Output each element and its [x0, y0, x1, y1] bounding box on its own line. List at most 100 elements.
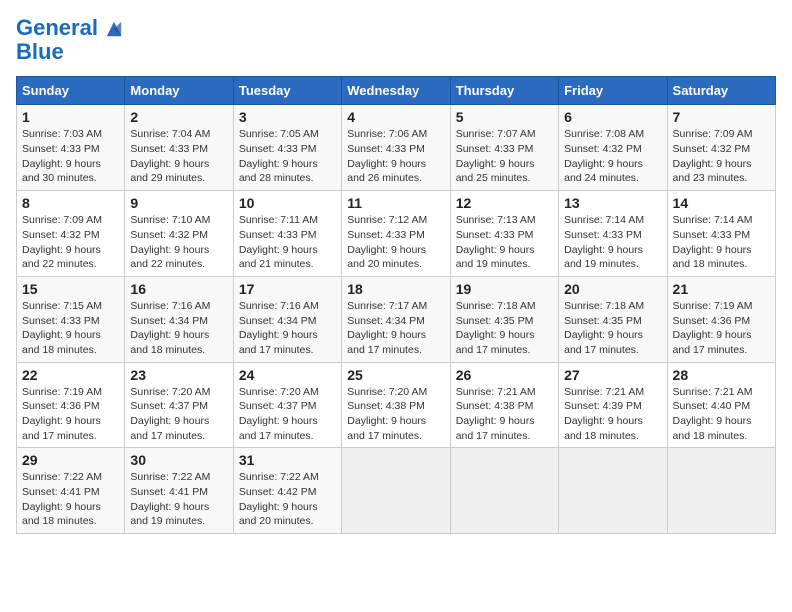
calendar-cell: 5 Sunrise: 7:07 AM Sunset: 4:33 PM Daylig… [450, 105, 558, 191]
calendar-cell: 3 Sunrise: 7:05 AM Sunset: 4:33 PM Daylig… [233, 105, 341, 191]
calendar-week-row: 22 Sunrise: 7:19 AM Sunset: 4:36 PM Dayli… [17, 362, 776, 448]
day-info: Sunrise: 7:18 AM Sunset: 4:35 PM Dayligh… [456, 299, 553, 358]
calendar-cell: 27 Sunrise: 7:21 AM Sunset: 4:39 PM Dayli… [559, 362, 667, 448]
day-number: 2 [130, 109, 227, 125]
day-number: 20 [564, 281, 661, 297]
day-info: Sunrise: 7:06 AM Sunset: 4:33 PM Dayligh… [347, 127, 444, 186]
day-number: 16 [130, 281, 227, 297]
calendar-week-row: 8Sunrise: 7:09 AM Sunset: 4:32 PM Daylig… [17, 191, 776, 277]
day-number: 10 [239, 195, 336, 211]
day-number: 8 [22, 195, 119, 211]
logo: General Blue [16, 16, 123, 64]
day-number: 23 [130, 367, 227, 383]
day-info: Sunrise: 7:21 AM Sunset: 4:38 PM Dayligh… [456, 385, 553, 444]
calendar-cell: 24 Sunrise: 7:20 AM Sunset: 4:37 PM Dayli… [233, 362, 341, 448]
day-number: 26 [456, 367, 553, 383]
calendar-cell: 8Sunrise: 7:09 AM Sunset: 4:32 PM Daylig… [17, 191, 125, 277]
day-info: Sunrise: 7:14 AM Sunset: 4:33 PM Dayligh… [673, 213, 770, 272]
logo-icon [105, 20, 123, 38]
day-number: 1 [22, 109, 119, 125]
calendar-cell [342, 448, 450, 534]
calendar-cell: 11 Sunrise: 7:12 AM Sunset: 4:33 PM Dayli… [342, 191, 450, 277]
calendar-cell: 18 Sunrise: 7:17 AM Sunset: 4:34 PM Dayli… [342, 276, 450, 362]
day-number: 11 [347, 195, 444, 211]
calendar-cell: 21 Sunrise: 7:19 AM Sunset: 4:36 PM Dayli… [667, 276, 775, 362]
logo-text: General [16, 16, 123, 40]
day-info: Sunrise: 7:14 AM Sunset: 4:33 PM Dayligh… [564, 213, 661, 272]
day-number: 25 [347, 367, 444, 383]
day-info: Sunrise: 7:17 AM Sunset: 4:34 PM Dayligh… [347, 299, 444, 358]
day-info: Sunrise: 7:20 AM Sunset: 4:37 PM Dayligh… [239, 385, 336, 444]
calendar-cell: 6 Sunrise: 7:08 AM Sunset: 4:32 PM Daylig… [559, 105, 667, 191]
calendar-week-row: 15Sunrise: 7:15 AM Sunset: 4:33 PM Dayli… [17, 276, 776, 362]
logo-text-blue: Blue [16, 40, 123, 64]
day-info: Sunrise: 7:10 AM Sunset: 4:32 PM Dayligh… [130, 213, 227, 272]
calendar-cell: 20 Sunrise: 7:18 AM Sunset: 4:35 PM Dayli… [559, 276, 667, 362]
day-info: Sunrise: 7:12 AM Sunset: 4:33 PM Dayligh… [347, 213, 444, 272]
day-info: Sunrise: 7:03 AM Sunset: 4:33 PM Dayligh… [22, 127, 119, 186]
calendar-cell: 26 Sunrise: 7:21 AM Sunset: 4:38 PM Dayli… [450, 362, 558, 448]
day-number: 14 [673, 195, 770, 211]
day-info: Sunrise: 7:22 AM Sunset: 4:42 PM Dayligh… [239, 470, 336, 529]
calendar-cell: 31Sunrise: 7:22 AM Sunset: 4:42 PM Dayli… [233, 448, 341, 534]
day-info: Sunrise: 7:21 AM Sunset: 4:39 PM Dayligh… [564, 385, 661, 444]
day-number: 21 [673, 281, 770, 297]
calendar-cell: 13 Sunrise: 7:14 AM Sunset: 4:33 PM Dayli… [559, 191, 667, 277]
calendar-body: 1 Sunrise: 7:03 AM Sunset: 4:33 PM Daylig… [17, 105, 776, 534]
calendar-cell: 23 Sunrise: 7:20 AM Sunset: 4:37 PM Dayli… [125, 362, 233, 448]
day-info: Sunrise: 7:07 AM Sunset: 4:33 PM Dayligh… [456, 127, 553, 186]
day-info: Sunrise: 7:09 AM Sunset: 4:32 PM Dayligh… [673, 127, 770, 186]
day-number: 27 [564, 367, 661, 383]
day-info: Sunrise: 7:05 AM Sunset: 4:33 PM Dayligh… [239, 127, 336, 186]
day-info: Sunrise: 7:22 AM Sunset: 4:41 PM Dayligh… [130, 470, 227, 529]
day-info: Sunrise: 7:15 AM Sunset: 4:33 PM Dayligh… [22, 299, 119, 358]
calendar-cell: 14 Sunrise: 7:14 AM Sunset: 4:33 PM Dayli… [667, 191, 775, 277]
day-info: Sunrise: 7:19 AM Sunset: 4:36 PM Dayligh… [22, 385, 119, 444]
day-number: 13 [564, 195, 661, 211]
calendar-table: SundayMondayTuesdayWednesdayThursdayFrid… [16, 76, 776, 534]
calendar-cell: 12Sunrise: 7:13 AM Sunset: 4:33 PM Dayli… [450, 191, 558, 277]
day-of-week-header: Monday [125, 77, 233, 105]
day-of-week-header: Thursday [450, 77, 558, 105]
day-info: Sunrise: 7:19 AM Sunset: 4:36 PM Dayligh… [673, 299, 770, 358]
calendar-cell: 2Sunrise: 7:04 AM Sunset: 4:33 PM Daylig… [125, 105, 233, 191]
day-number: 4 [347, 109, 444, 125]
day-number: 29 [22, 452, 119, 468]
calendar-cell: 4 Sunrise: 7:06 AM Sunset: 4:33 PM Daylig… [342, 105, 450, 191]
day-info: Sunrise: 7:20 AM Sunset: 4:38 PM Dayligh… [347, 385, 444, 444]
calendar-cell: 10 Sunrise: 7:11 AM Sunset: 4:33 PM Dayli… [233, 191, 341, 277]
day-info: Sunrise: 7:21 AM Sunset: 4:40 PM Dayligh… [673, 385, 770, 444]
day-info: Sunrise: 7:16 AM Sunset: 4:34 PM Dayligh… [239, 299, 336, 358]
day-info: Sunrise: 7:22 AM Sunset: 4:41 PM Dayligh… [22, 470, 119, 529]
day-number: 7 [673, 109, 770, 125]
calendar-cell [450, 448, 558, 534]
calendar-cell: 15Sunrise: 7:15 AM Sunset: 4:33 PM Dayli… [17, 276, 125, 362]
calendar-week-row: 29 Sunrise: 7:22 AM Sunset: 4:41 PM Dayli… [17, 448, 776, 534]
day-info: Sunrise: 7:20 AM Sunset: 4:37 PM Dayligh… [130, 385, 227, 444]
calendar-cell: 29 Sunrise: 7:22 AM Sunset: 4:41 PM Dayli… [17, 448, 125, 534]
day-info: Sunrise: 7:08 AM Sunset: 4:32 PM Dayligh… [564, 127, 661, 186]
calendar-cell: 28Sunrise: 7:21 AM Sunset: 4:40 PM Dayli… [667, 362, 775, 448]
day-number: 3 [239, 109, 336, 125]
day-of-week-header: Tuesday [233, 77, 341, 105]
day-number: 24 [239, 367, 336, 383]
day-number: 30 [130, 452, 227, 468]
day-of-week-header: Saturday [667, 77, 775, 105]
day-info: Sunrise: 7:11 AM Sunset: 4:33 PM Dayligh… [239, 213, 336, 272]
day-number: 6 [564, 109, 661, 125]
day-number: 9 [130, 195, 227, 211]
calendar-cell: 22 Sunrise: 7:19 AM Sunset: 4:36 PM Dayli… [17, 362, 125, 448]
calendar-cell [667, 448, 775, 534]
calendar-cell: 19 Sunrise: 7:18 AM Sunset: 4:35 PM Dayli… [450, 276, 558, 362]
day-number: 22 [22, 367, 119, 383]
day-of-week-header: Friday [559, 77, 667, 105]
day-of-week-header: Wednesday [342, 77, 450, 105]
day-number: 18 [347, 281, 444, 297]
day-number: 19 [456, 281, 553, 297]
calendar-cell: 25 Sunrise: 7:20 AM Sunset: 4:38 PM Dayli… [342, 362, 450, 448]
calendar-cell: 7 Sunrise: 7:09 AM Sunset: 4:32 PM Daylig… [667, 105, 775, 191]
day-number: 5 [456, 109, 553, 125]
day-number: 17 [239, 281, 336, 297]
day-info: Sunrise: 7:16 AM Sunset: 4:34 PM Dayligh… [130, 299, 227, 358]
day-info: Sunrise: 7:18 AM Sunset: 4:35 PM Dayligh… [564, 299, 661, 358]
